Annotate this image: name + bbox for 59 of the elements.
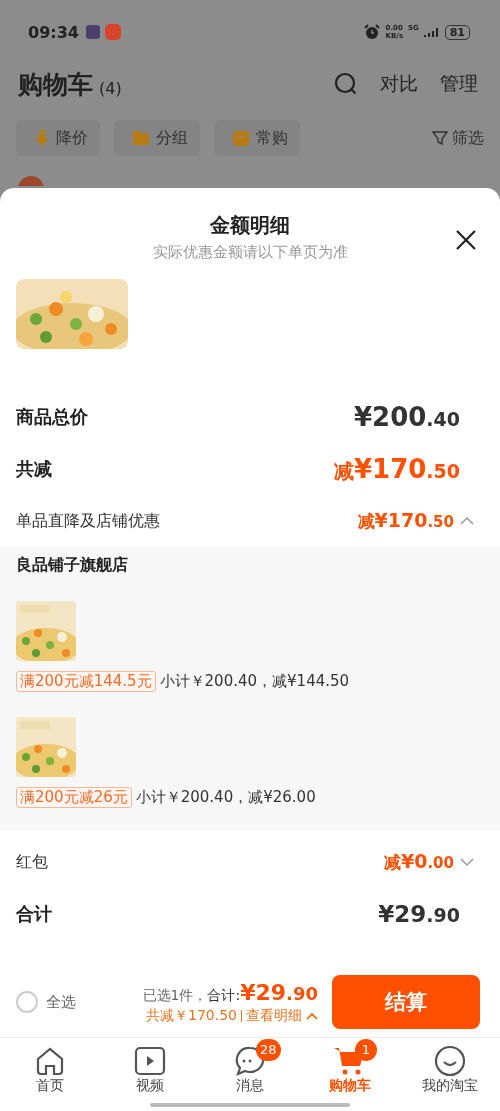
folder-icon	[132, 130, 150, 146]
subtotal-text: 小计￥200.40，减¥144.50	[159, 672, 350, 691]
select-all-label[interactable]: 全选	[46, 992, 76, 1012]
close-icon[interactable]	[455, 229, 477, 251]
store-name: 良品铺子旗舰店	[16, 555, 129, 576]
filter-chip[interactable]: 降价	[16, 120, 100, 156]
discount-amount: 减¥0.00	[383, 850, 454, 874]
count-badge: 28	[256, 1039, 281, 1061]
price-amount: ¥29.90	[378, 901, 460, 927]
bag-icon	[232, 129, 250, 147]
down-arrow-icon	[34, 130, 50, 146]
battery-level: 81	[444, 24, 470, 40]
face-icon	[434, 1045, 466, 1077]
price-amount: ¥200.40	[353, 402, 460, 432]
chevron-down-icon[interactable]	[460, 857, 474, 867]
funnel-icon	[432, 130, 448, 146]
app-icon	[104, 24, 121, 40]
total-label: 合计:	[207, 986, 241, 1005]
filter-chip[interactable]: 常购	[214, 120, 300, 156]
row-label: 共减	[16, 457, 53, 481]
checkout-button[interactable]: 结算	[332, 975, 480, 1029]
alarm-icon	[362, 23, 381, 41]
home-icon	[34, 1045, 66, 1077]
checkbox-circle[interactable]	[16, 991, 38, 1013]
chevron-up-icon[interactable]	[460, 516, 474, 526]
tab-item[interactable]: 视频	[105, 1038, 195, 1101]
page-title: 购物车	[18, 68, 93, 101]
sheet-subtitle: 实际优惠金额请以下单页为准	[151, 243, 349, 262]
header-action[interactable]: 对比	[380, 71, 418, 97]
row-label: 合计	[16, 902, 53, 926]
search-icon[interactable]	[334, 72, 358, 96]
total-amount: ¥29.90	[240, 979, 318, 1005]
count-badge: 1	[355, 1039, 377, 1061]
row-label: 商品总价	[16, 405, 89, 429]
chevron-up-icon[interactable]	[306, 1011, 318, 1020]
video-icon	[134, 1045, 166, 1077]
view-detail-link[interactable]: 查看明细	[246, 1006, 302, 1025]
promo-tag: 满200元减144.5元	[16, 671, 156, 692]
signal-icon	[423, 27, 440, 37]
promo-tag: 满200元减26元	[16, 787, 132, 808]
app-icon	[85, 25, 100, 39]
discount-amount: 减¥170.50	[357, 509, 454, 533]
selected-count: 已选1件，	[142, 986, 208, 1005]
discount-amount: 减¥170.50	[333, 453, 460, 485]
item-count: (4)	[99, 79, 122, 98]
tab-item[interactable]: 28 消息	[205, 1038, 295, 1101]
row-label: 红包	[16, 851, 49, 873]
subtotal-text: 小计￥200.40，减¥26.00	[135, 788, 316, 807]
discount-total: 共减￥170.50	[146, 1006, 237, 1025]
sheet-title: 金额明细	[209, 212, 291, 239]
select-all-checkbox[interactable]: 全选	[16, 991, 143, 1013]
tab-item[interactable]: 我的淘宝	[405, 1038, 495, 1101]
row-label: 单品直降及店铺优惠	[16, 510, 161, 532]
filter-button[interactable]: 筛选	[432, 127, 484, 149]
filter-chip[interactable]: 分组	[114, 120, 200, 156]
header-action[interactable]: 管理	[440, 71, 478, 97]
status-time: 09:34	[28, 22, 79, 42]
tab-item[interactable]: 首页	[5, 1038, 95, 1101]
tab-item[interactable]: 1 购物车	[305, 1038, 395, 1101]
